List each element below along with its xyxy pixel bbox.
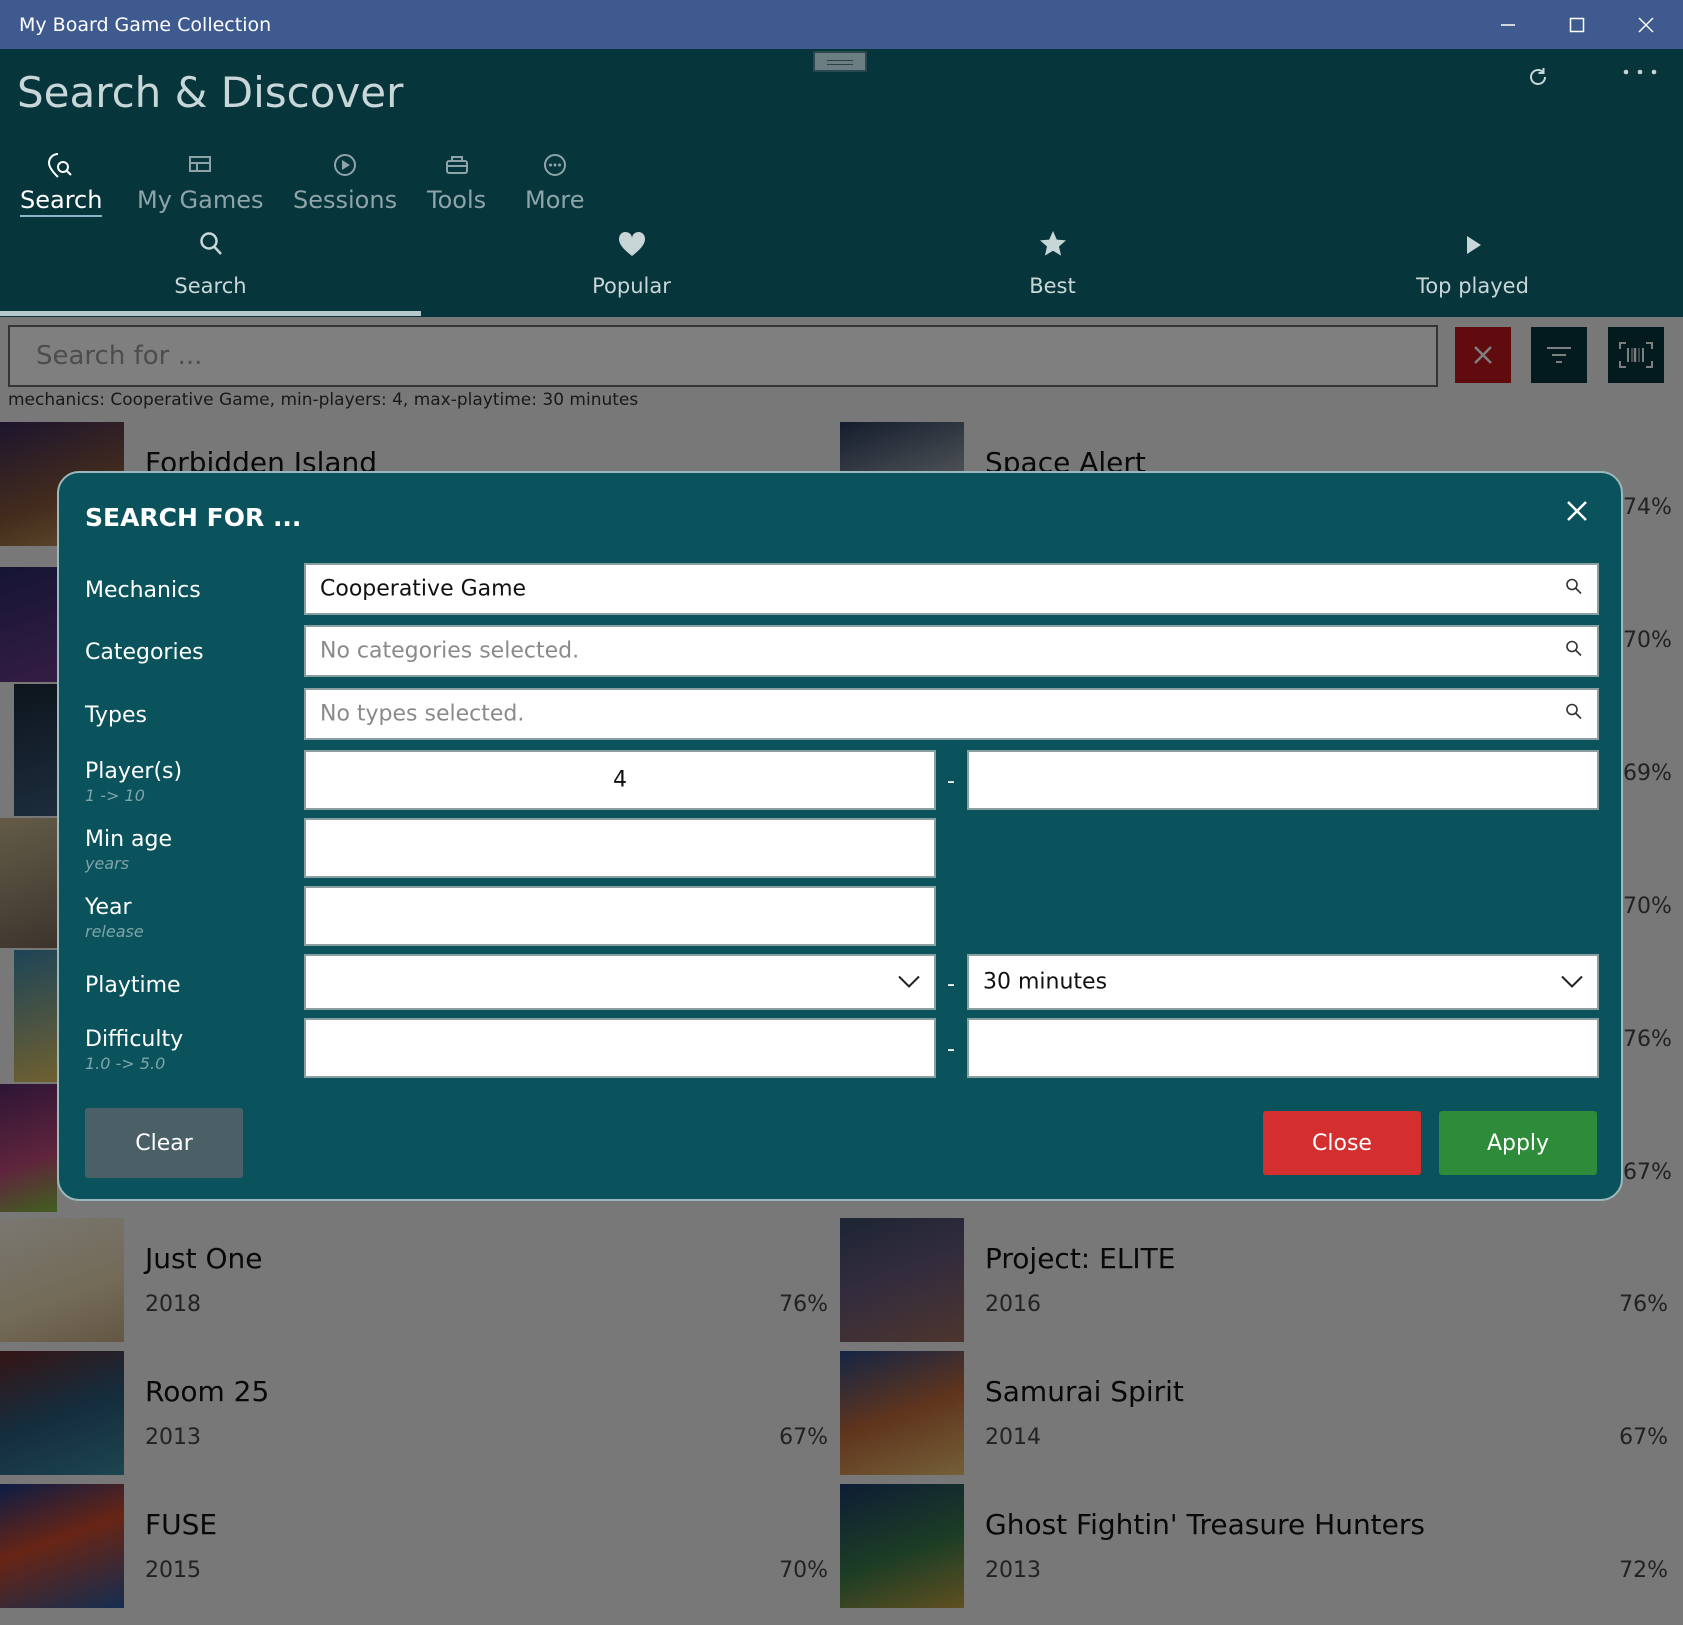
difficulty-label: Difficulty 1.0 -> 5.0 [85,1027,184,1073]
max-difficulty-input[interactable] [967,1018,1599,1078]
categories-label: Categories [85,640,204,665]
tab-search[interactable]: Search [20,152,103,217]
tab-more[interactable]: More [525,152,585,214]
dialog-close-button[interactable] [1566,495,1588,530]
types-label: Types [85,703,147,728]
min-difficulty-input[interactable] [304,1018,936,1078]
toolbox-icon [427,152,486,186]
subtab-best[interactable]: Best [842,228,1263,298]
players-label: Player(s) 1 -> 10 [85,759,183,805]
heart-icon [421,228,842,272]
mechanics-label: Mechanics [85,578,201,603]
search-icon [0,228,421,272]
subtab-top-played[interactable]: Top played [1262,228,1683,298]
max-playtime-select[interactable]: 30 minutes [967,954,1599,1010]
window-title: My Board Game Collection [19,14,272,36]
range-separator: - [947,769,955,794]
max-players-input[interactable] [967,750,1599,810]
minimize-button[interactable] [1474,0,1542,49]
maximize-icon [1569,17,1585,32]
play-icon [1262,228,1683,272]
more-circle-icon [525,152,585,186]
active-subtab-indicator [0,311,421,316]
categories-field[interactable]: No categories selected. [304,625,1599,677]
close-icon [1567,501,1587,521]
apply-button[interactable]: Apply [1439,1111,1597,1175]
types-field[interactable]: No types selected. [304,688,1599,740]
close-window-button[interactable] [1612,0,1680,49]
min-age-input[interactable] [304,818,936,878]
tab-tools[interactable]: Tools [427,152,486,214]
maximize-button[interactable] [1543,0,1611,49]
play-circle-icon [293,152,397,186]
playtime-label: Playtime [85,973,181,998]
minimize-icon [1501,23,1515,26]
search-icon[interactable] [1565,703,1583,726]
close-button[interactable]: Close [1263,1111,1421,1175]
min-playtime-select[interactable] [304,954,936,1010]
subtab-popular[interactable]: Popular [421,228,842,298]
refresh-icon[interactable] [1527,65,1549,95]
search-dialog: SEARCH FOR ... Mechanics Cooperative Gam… [57,471,1623,1201]
tab-sessions[interactable]: Sessions [293,152,397,214]
chevron-down-icon [898,970,920,995]
title-bar: My Board Game Collection [0,0,1683,49]
mechanics-field[interactable]: Cooperative Game [304,563,1599,615]
clear-button[interactable]: Clear [85,1108,243,1178]
star-icon [842,228,1263,272]
more-options-icon[interactable] [1622,59,1658,89]
page-title: Search & Discover [17,68,404,117]
range-separator: - [947,1037,955,1062]
search-icon[interactable] [1565,640,1583,663]
dialog-title: SEARCH FOR ... [85,503,302,532]
tab-my-games[interactable]: My Games [137,152,264,214]
app-header: Search & Discover Search My Games Sessio… [0,49,1683,317]
chevron-down-icon [1561,970,1583,995]
year-label: Year release [85,895,144,941]
collection-icon [137,152,264,186]
search-icon[interactable] [1565,578,1583,601]
close-icon [1638,16,1654,33]
range-separator: - [947,972,955,997]
subtab-search[interactable]: Search [0,228,421,298]
search-location-icon [20,152,102,186]
min-age-label: Min age years [85,827,173,873]
min-players-input[interactable]: 4 [304,750,936,810]
year-input[interactable] [304,886,936,946]
drag-handle[interactable] [813,51,867,72]
